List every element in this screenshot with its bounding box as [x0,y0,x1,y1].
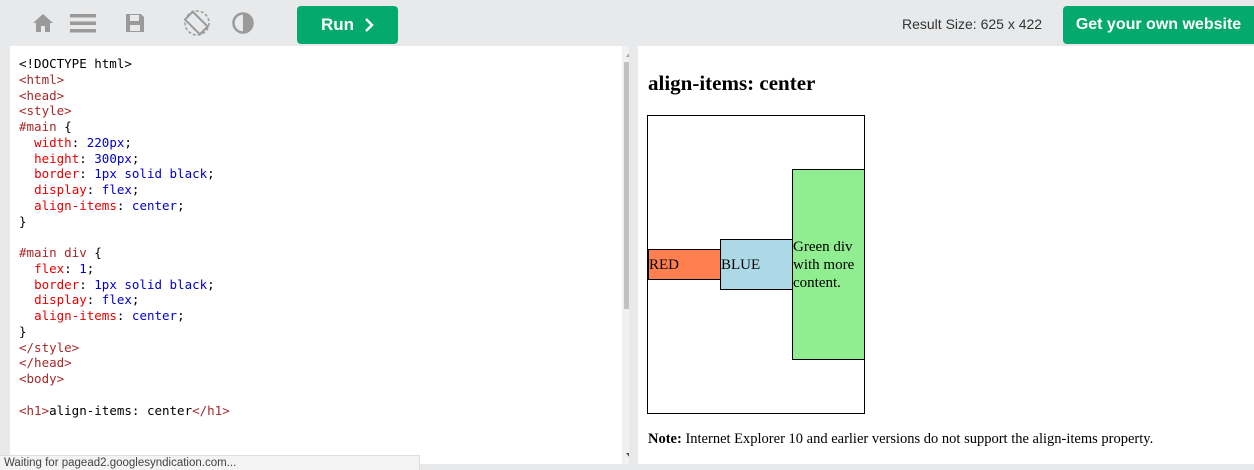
save-icon[interactable] [118,8,152,38]
run-button-label: Run [320,15,355,34]
code-line[interactable] [19,387,230,403]
home-icon[interactable] [26,8,60,38]
note-text: Internet Explorer 10 and earlier version… [681,431,1154,447]
code-line[interactable]: border: 1px solid black; [19,166,230,182]
result-size-label: Result Size: 625 x 422 [902,16,1043,32]
result-frame: align-items: center RED BLUE Green div w… [638,46,1254,464]
code-line[interactable]: } [19,324,230,340]
toolbar: Run Result Size: 625 x 422 Get your own … [0,0,1254,46]
result-heading: align-items: center [648,71,816,95]
code-line[interactable]: flex: 1; [19,261,230,277]
code-line[interactable]: <style> [19,103,230,119]
code-line[interactable]: #main { [19,119,230,135]
code-line[interactable]: display: flex; [19,292,230,308]
red-div: RED [648,249,721,280]
code-line[interactable]: <html> [19,72,230,88]
code-line[interactable]: display: flex; [19,182,230,198]
scroll-thumb[interactable] [624,62,629,309]
code-line[interactable]: } [19,214,230,230]
code-line[interactable]: border: 1px solid black; [19,277,230,293]
code-line[interactable]: align-items: center; [19,308,230,324]
code-line[interactable]: <!DOCTYPE html> [19,56,230,72]
browser-support-note: Note: Internet Explorer 10 and earlier v… [648,431,1153,448]
scroll-up-arrow-icon[interactable] [626,52,629,57]
flex-container-main: RED BLUE Green div with more content. [647,115,865,414]
code-line[interactable]: height: 300px; [19,151,230,167]
run-button[interactable]: Run [297,6,398,44]
code-editor[interactable]: <!DOCTYPE html> <html> <head> <style> #main … [10,46,629,464]
code-line[interactable]: <h1>align-items: center</h1> [19,403,230,419]
code-line[interactable]: <head> [19,88,230,104]
menu-icon[interactable] [66,8,100,38]
get-your-own-website-button[interactable]: Get your own website [1063,6,1254,44]
code-line[interactable] [19,229,230,245]
code-line[interactable]: align-items: center; [19,198,230,214]
blue-div: BLUE [720,239,793,290]
code-line[interactable]: </head> [19,355,230,371]
code-line[interactable]: width: 220px; [19,135,230,151]
code-scrollbar[interactable] [622,46,629,464]
green-div: Green div with more content. [792,169,865,360]
scroll-down-arrow-icon[interactable] [626,453,629,458]
code-line[interactable]: #main div { [19,245,230,261]
code-line[interactable]: </style> [19,340,230,356]
note-bold-label: Note: [648,431,682,447]
theme-contrast-icon[interactable] [226,8,260,38]
rotate-icon[interactable] [180,8,214,38]
browser-status-bar: Waiting for pagead2.googlesyndication.co… [0,455,420,470]
code-line[interactable]: <body> [19,371,230,387]
chevron-right-icon [365,18,374,32]
code-text[interactable]: <!DOCTYPE html> <html> <head> <style> #main … [19,56,230,418]
